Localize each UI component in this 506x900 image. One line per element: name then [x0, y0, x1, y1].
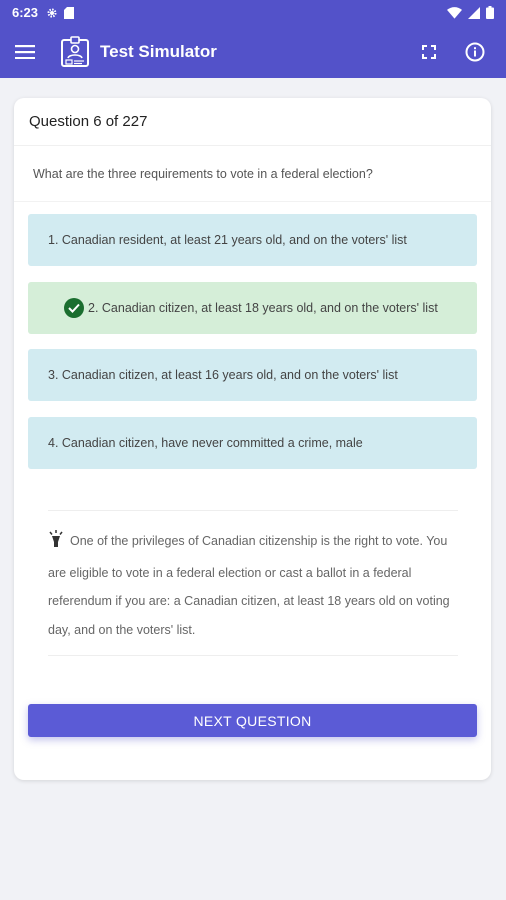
answer-option-2[interactable]: 2. Canadian citizen, at least 18 years o… [28, 282, 477, 334]
question-counter: Question 6 of 227 [14, 98, 491, 146]
explanation-box: One of the privileges of Canadian citize… [48, 510, 458, 656]
info-icon [465, 42, 485, 61]
battery-icon [486, 6, 494, 19]
id-card-logo-icon [61, 35, 89, 67]
answer-label: 1. Canadian resident, at least 21 years … [48, 233, 407, 247]
sd-card-icon [64, 6, 75, 19]
menu-button[interactable] [0, 32, 50, 72]
menu-icon [15, 44, 35, 59]
status-time: 6:23 [12, 5, 39, 20]
next-question-button[interactable]: NEXT QUESTION [28, 704, 477, 737]
app-title: Test Simulator [100, 41, 217, 61]
answer-label: 2. Canadian citizen, at least 18 years o… [88, 301, 438, 315]
app-bar: Test Simulator [0, 25, 506, 78]
wifi-icon [447, 6, 462, 19]
app-logo [60, 35, 90, 68]
answer-option-3[interactable]: 3. Canadian citizen, at least 16 years o… [28, 349, 477, 401]
explanation-text: One of the privileges of Canadian citize… [48, 534, 450, 637]
fullscreen-button[interactable] [406, 32, 452, 72]
answer-option-4[interactable]: 4. Canadian citizen, have never committe… [28, 417, 477, 469]
lightbulb-icon [48, 530, 64, 559]
answer-label: 4. Canadian citizen, have never committe… [48, 436, 363, 450]
answer-option-1[interactable]: 1. Canadian resident, at least 21 years … [28, 214, 477, 266]
info-button[interactable] [452, 32, 498, 72]
signal-icon [468, 6, 480, 19]
question-card: Question 6 of 227 What are the three req… [14, 98, 491, 780]
question-text: What are the three requirements to vote … [14, 146, 491, 202]
status-bar: 6:23 [0, 0, 506, 25]
fullscreen-icon [422, 44, 436, 59]
gear-icon [47, 8, 57, 17]
check-circle-icon [64, 298, 84, 318]
answer-label: 3. Canadian citizen, at least 16 years o… [48, 368, 398, 382]
